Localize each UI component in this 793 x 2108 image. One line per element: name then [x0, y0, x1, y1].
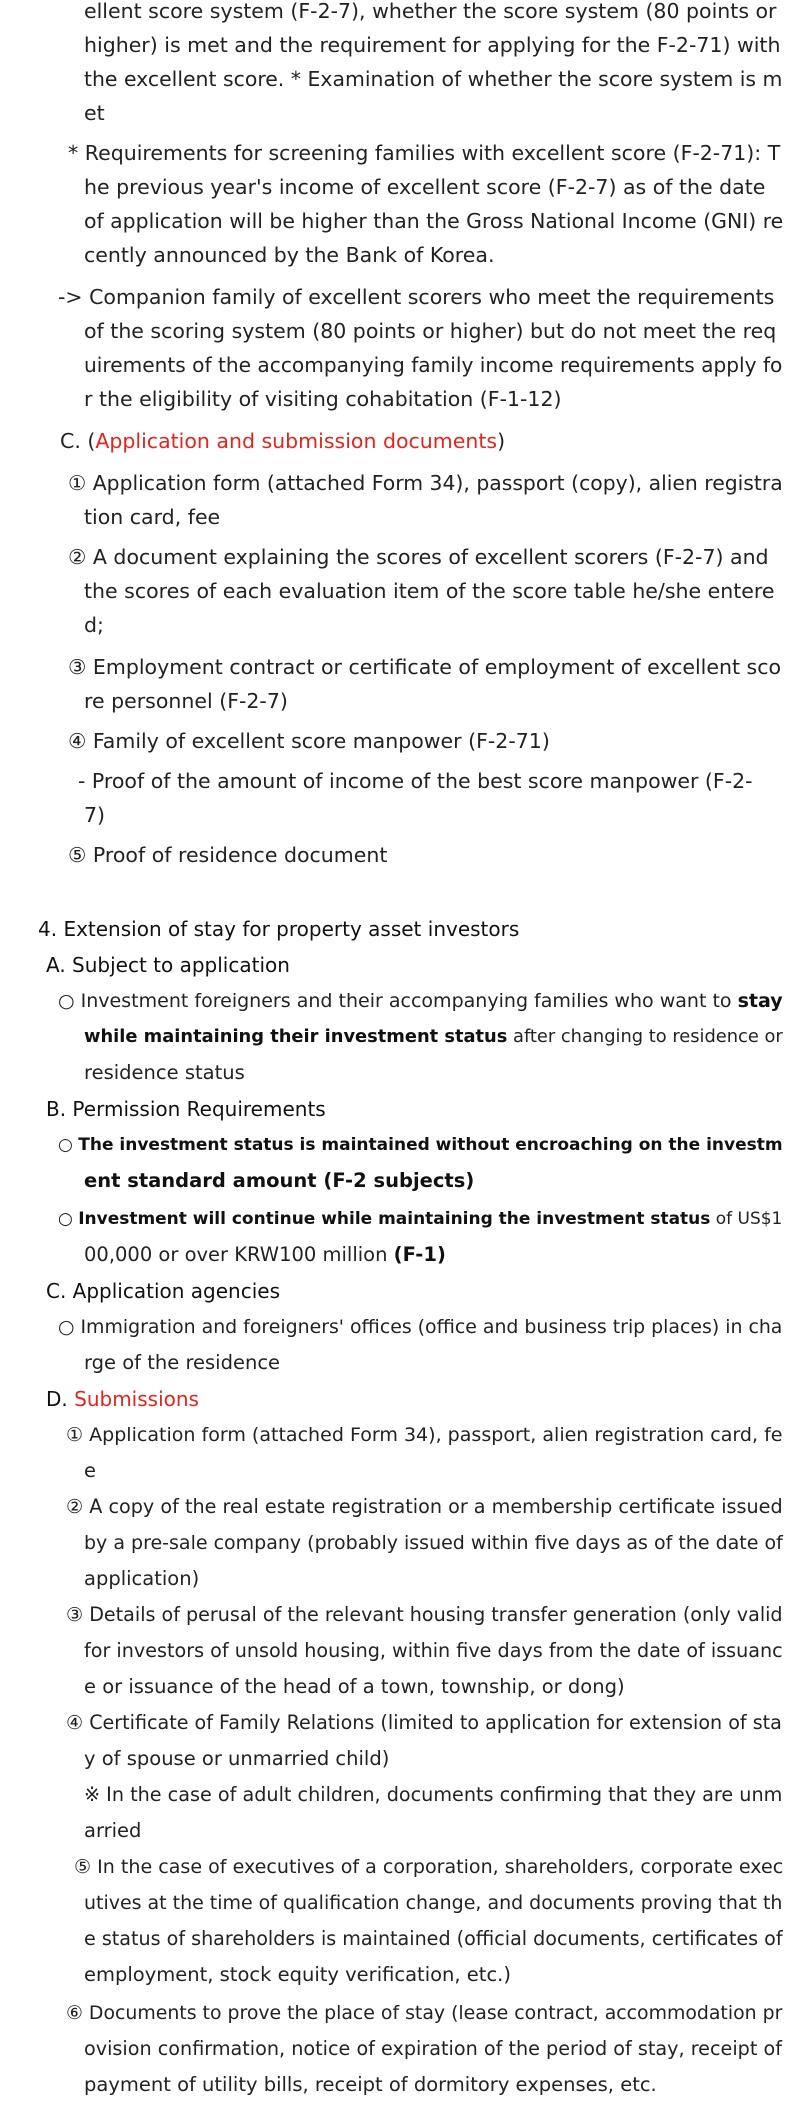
text-line: cently announced by the Bank of Korea. [84, 243, 495, 267]
text-line: e [84, 1459, 96, 1482]
text-line: payment of utility bills, receipt of dor… [84, 2073, 657, 2096]
heading-prefix: C. ( [60, 429, 96, 453]
heading-suffix: ) [497, 429, 506, 453]
text-line: rge of the residence [84, 1351, 281, 1374]
text-line: ○ Immigration and foreigners' offices (o… [58, 1316, 783, 1338]
text-line: arried [84, 1819, 142, 1842]
text-line: employment, stock equity verification, e… [84, 1963, 511, 1986]
text-line: e status of shareholders is maintained (… [84, 1927, 783, 1950]
text-line: he previous year's income of excellent s… [84, 175, 766, 199]
text-line: residence status [84, 1061, 245, 1084]
text-line: uirements of the accompanying family inc… [84, 353, 783, 377]
text-line: utives at the time of qualification chan… [84, 1892, 783, 1914]
list-item: ④ Family of excellent score manpower (F-… [68, 729, 550, 753]
section-c-heading: C. Application agencies [46, 1279, 280, 1303]
bullet: ○ [58, 1135, 79, 1155]
text-emphasis: Investment will continue while maintaini… [78, 1209, 711, 1229]
section-c-heading: C. (Application and submission documents… [60, 424, 505, 458]
list-item: ② A copy of the real estate registration… [66, 1495, 783, 1518]
note-line: ※ In the case of adult children, documen… [84, 1783, 783, 1806]
text-line: ○ Investment foreigners and their accomp… [58, 984, 783, 1018]
heading-title: Submissions [74, 1387, 199, 1411]
list-item: ① Application form (attached Form 34), p… [68, 471, 783, 495]
text-line: ovision confirmation, notice of expirati… [84, 2037, 782, 2060]
list-item: ③ Details of perusal of the relevant hou… [66, 1603, 783, 1626]
section-d-heading: D. Submissions [46, 1382, 199, 1416]
text-line: 00,000 or over KRW100 million (F-1) [84, 1238, 446, 1272]
text-run: after changing to residence or [507, 1026, 783, 1047]
text-line: r the eligibility of visiting cohabitati… [84, 387, 562, 411]
text-run: 00,000 or over KRW100 million [84, 1243, 394, 1266]
text-line: * Requirements for screening families wi… [68, 141, 781, 165]
section-4-title: 4. Extension of stay for property asset … [38, 917, 520, 941]
list-item: ② A document explaining the scores of ex… [68, 545, 769, 569]
list-item: ⑤ In the case of executives of a corpora… [74, 1856, 784, 1878]
text-run: ○ Investment foreigners and their accomp… [58, 990, 738, 1012]
list-item: ⑥ Documents to prove the place of stay (… [66, 2002, 783, 2024]
text-line: ○ The investment status is maintained wi… [58, 1128, 783, 1162]
document-page: ellent score system (F-2-7), whether the… [0, 0, 793, 2108]
heading-title: Application and submission documents [95, 429, 498, 453]
text-line: ent standard amount (F-2 subjects) [84, 1169, 475, 1192]
text-line: of application will be higher than the G… [84, 209, 784, 233]
list-subitem: - Proof of the amount of income of the b… [78, 769, 753, 793]
text-emphasis: stay [737, 990, 783, 1012]
text-run: of US$1 [710, 1209, 783, 1229]
list-item: ① Application form (attached Form 34), p… [66, 1424, 783, 1446]
text-emphasis: (F-1) [393, 1243, 446, 1266]
text-line: ○ Investment will continue while maintai… [58, 1202, 782, 1236]
list-item: ④ Certificate of Family Relations (limit… [66, 1711, 782, 1734]
text-line: et [84, 101, 105, 125]
text-line: of the scoring system (80 points or high… [84, 319, 777, 343]
text-line: application) [84, 1567, 200, 1590]
text-line: higher) is met and the requirement for a… [84, 33, 781, 57]
section-a-heading: A. Subject to application [46, 953, 290, 977]
section-b-heading: B. Permission Requirements [46, 1097, 326, 1121]
text-line: 7) [84, 803, 106, 827]
text-line: by a pre-sale company (probably issued w… [84, 1532, 783, 1554]
text-line: e or issuance of the head of a town, tow… [84, 1675, 625, 1698]
text-line: the excellent score. * Examination of wh… [84, 67, 783, 91]
text-line: while maintaining their investment statu… [84, 1020, 783, 1054]
text-line: d; [84, 613, 104, 637]
list-item: ③ Employment contract or certificate of … [68, 655, 782, 679]
text-emphasis: The investment status is maintained with… [78, 1135, 783, 1155]
text-line: re personnel (F-2-7) [84, 689, 288, 713]
bullet: ○ [58, 1209, 79, 1229]
heading-prefix: D. [46, 1387, 75, 1411]
text-line: -> Companion family of excellent scorers… [58, 285, 775, 309]
text-line: for investors of unsold housing, within … [84, 1639, 783, 1662]
text-line: tion card, fee [84, 505, 221, 529]
text-line: the scores of each evaluation item of th… [84, 579, 775, 603]
text-line: y of spouse or unmarried child) [84, 1747, 390, 1770]
text-emphasis: while maintaining their investment statu… [84, 1026, 508, 1047]
list-item: ⑤ Proof of residence document [68, 843, 388, 867]
text-line: ellent score system (F-2-7), whether the… [84, 0, 777, 23]
